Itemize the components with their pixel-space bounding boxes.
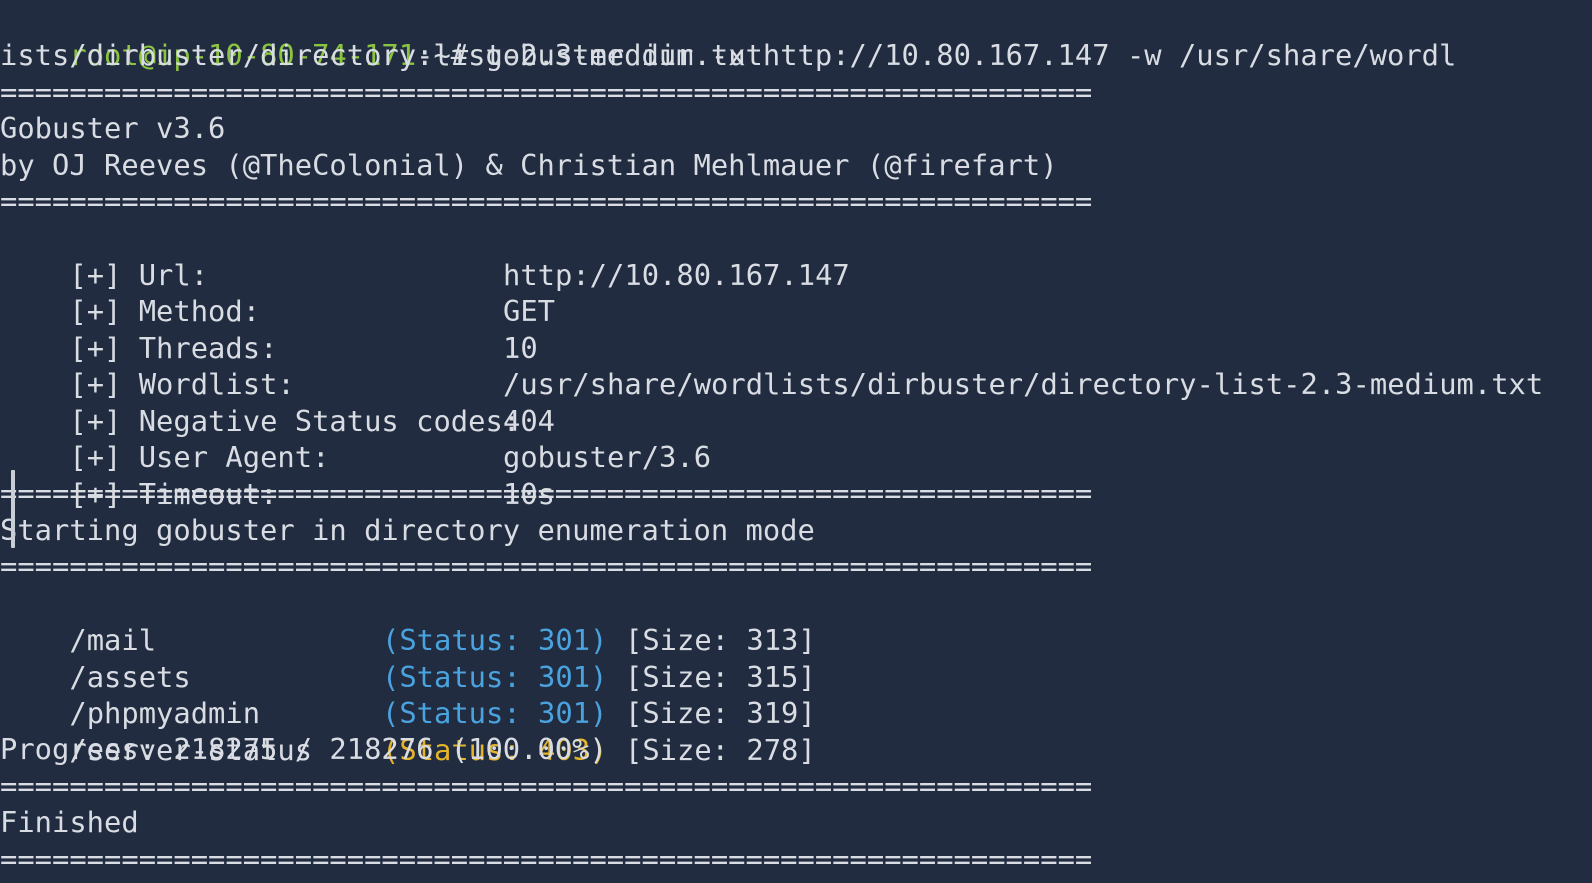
config-value: http://10.80.167.147 xyxy=(503,257,850,292)
separator-line: ========================================… xyxy=(0,476,1092,510)
result-row: /phpmyadmin (Status: 301) [Size: 319] xyxy=(0,658,815,730)
command-line: root@ip-10-80-74-171:~# gobuster dir -u … xyxy=(0,0,1456,72)
config-row-threads: [+] Threads: 10 xyxy=(0,293,537,365)
banner-title: Gobuster v3.6 xyxy=(0,111,226,145)
result-size: [Size: 278] xyxy=(625,732,816,767)
config-value: gobuster/3.6 xyxy=(503,439,712,474)
start-message: Starting gobuster in directory enumerati… xyxy=(0,513,815,547)
result-size: [Size: 313] xyxy=(625,622,816,657)
result-size: [Size: 315] xyxy=(625,659,816,694)
separator-line: ========================================… xyxy=(0,549,1092,583)
separator-line: ========================================… xyxy=(0,184,1092,218)
config-row-timeout: [+] Timeout: 10s xyxy=(0,439,555,511)
result-row: /mail (Status: 301) [Size: 313] xyxy=(0,585,815,657)
config-value: /usr/share/wordlists/dirbuster/directory… xyxy=(503,366,1544,401)
result-status: (Status: 301) xyxy=(382,659,608,694)
config-row-wordlist: [+] Wordlist:/usr/share/wordlists/dirbus… xyxy=(0,329,1543,401)
config-row-negative-status: [+] Negative Status codes: 404 xyxy=(0,366,555,438)
banner-authors: by OJ Reeves (@TheColonial) & Christian … xyxy=(0,148,1058,182)
result-status: (Status: 301) xyxy=(382,695,608,730)
separator-line: ========================================… xyxy=(0,769,1092,803)
config-value: GET xyxy=(503,293,556,328)
config-row-url: [+] Url: http://10.80.167.147 xyxy=(0,220,849,292)
result-row: /assets (Status: 301) [Size: 315] xyxy=(0,622,815,694)
result-status: (Status: 301) xyxy=(382,622,608,657)
config-row-user-agent: [+] User Agent: gobuster/3.6 xyxy=(0,402,711,474)
config-value: 10 xyxy=(503,330,538,365)
progress-text: Progress: 218275 / 218276 (100.00%) xyxy=(0,732,607,766)
separator-line: ========================================… xyxy=(0,75,1092,109)
command-text-wrapped: ists/dirbuster/directory-list-2.3-medium… xyxy=(0,38,763,72)
separator-line: ========================================… xyxy=(0,842,1092,876)
config-row-method: [+] Method: GET xyxy=(0,256,555,328)
terminal-window[interactable]: root@ip-10-80-74-171:~# gobuster dir -u … xyxy=(0,0,1592,883)
result-size: [Size: 319] xyxy=(625,695,816,730)
finished-text: Finished xyxy=(0,805,139,839)
config-value: 404 xyxy=(503,403,556,438)
result-row: /server-status (Status: 403) [Size: 278] xyxy=(0,695,815,767)
text-cursor xyxy=(11,470,15,548)
